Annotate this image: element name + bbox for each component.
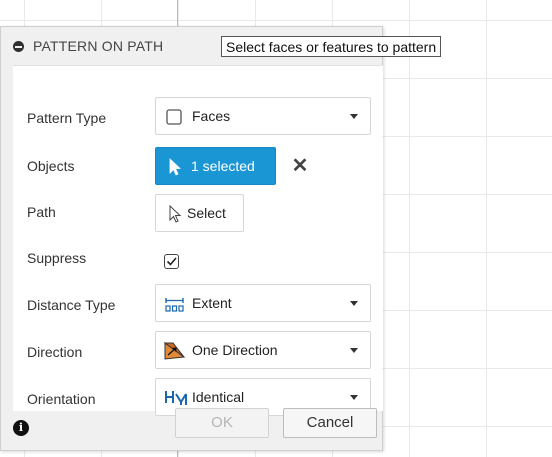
collapse-icon[interactable] xyxy=(13,41,24,52)
chevron-down-icon xyxy=(350,301,358,306)
path-select-value: Select xyxy=(187,205,226,221)
dialog-footer: i OK Cancel xyxy=(1,408,382,450)
dialog-body: Pattern Type Faces Objects 1 selected ✕ … xyxy=(13,65,383,416)
chevron-down-icon xyxy=(350,395,358,400)
distance-type-label: Distance Type xyxy=(27,297,116,313)
identical-icon xyxy=(164,388,187,408)
orientation-label: Orientation xyxy=(27,391,96,407)
pattern-type-label: Pattern Type xyxy=(27,110,107,126)
dialog-title: PATTERN ON PATH xyxy=(33,38,164,54)
chevron-down-icon xyxy=(350,114,358,119)
extent-icon xyxy=(164,294,184,314)
checkmark-icon xyxy=(166,257,177,266)
orientation-value: Identical xyxy=(192,389,245,405)
pattern-on-path-dialog: PATTERN ON PATH Pattern Type Faces Objec… xyxy=(0,26,383,451)
cancel-button[interactable]: Cancel xyxy=(283,408,377,438)
direction-value: One Direction xyxy=(192,342,278,358)
clear-selection-icon[interactable]: ✕ xyxy=(287,153,313,179)
info-icon[interactable]: i xyxy=(13,420,29,436)
objects-selection-value: 1 selected xyxy=(191,158,255,174)
objects-label: Objects xyxy=(27,158,75,174)
cursor-arrow-icon xyxy=(169,158,182,176)
pattern-type-value: Faces xyxy=(192,108,231,124)
tooltip: Select faces or features to pattern xyxy=(221,36,442,57)
suppress-label: Suppress xyxy=(27,250,87,266)
pattern-type-dropdown[interactable]: Faces xyxy=(155,97,371,135)
one-direction-icon xyxy=(163,341,186,361)
distance-type-value: Extent xyxy=(192,295,232,311)
path-select-button[interactable]: Select xyxy=(155,194,244,232)
direction-label: Direction xyxy=(27,344,83,360)
cursor-arrow-icon xyxy=(169,205,182,223)
ok-button[interactable]: OK xyxy=(175,408,269,438)
suppress-checkbox[interactable] xyxy=(164,254,179,269)
chevron-down-icon xyxy=(350,348,358,353)
path-label: Path xyxy=(27,204,56,220)
objects-selection-button[interactable]: 1 selected xyxy=(155,147,276,185)
direction-dropdown[interactable]: One Direction xyxy=(155,331,371,369)
distance-type-dropdown[interactable]: Extent xyxy=(155,284,371,322)
face-checkbox-icon xyxy=(164,107,184,127)
